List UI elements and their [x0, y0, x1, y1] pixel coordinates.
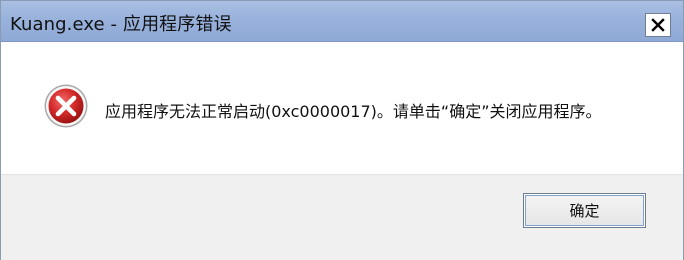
error-message: 应用程序无法正常启动(0xc0000017)。请单击“确定”关闭应用程序。	[105, 102, 602, 121]
close-button[interactable]	[645, 13, 671, 37]
error-dialog-window: Kuang.exe - 应用程序错误 应用程序无法正常启动(0xc0000017…	[0, 0, 684, 260]
dialog-footer: 确定	[1, 174, 683, 260]
dialog-content: 应用程序无法正常启动(0xc0000017)。请单击“确定”关闭应用程序。	[1, 42, 683, 174]
error-icon	[44, 84, 88, 128]
window-title: Kuang.exe - 应用程序错误	[10, 14, 232, 35]
ok-button[interactable]: 确定	[523, 193, 646, 228]
title-bar[interactable]: Kuang.exe - 应用程序错误	[1, 1, 683, 42]
close-icon	[651, 18, 665, 32]
